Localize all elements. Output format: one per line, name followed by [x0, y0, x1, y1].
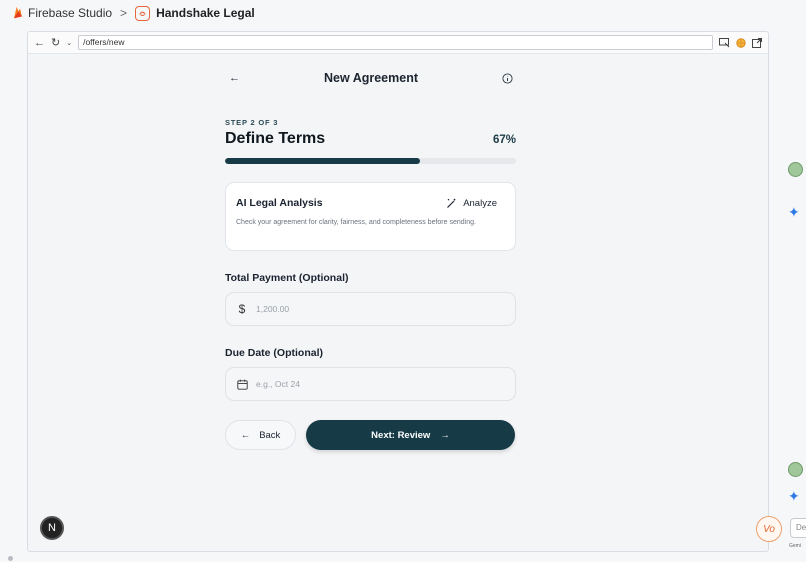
rail-input[interactable]: De	[790, 518, 806, 538]
info-icon[interactable]	[502, 72, 513, 84]
studio-top-bar: Firebase Studio > Handshake Legal	[0, 0, 806, 26]
step-title: Define Terms	[225, 130, 326, 147]
total-payment-input[interactable]	[256, 304, 476, 314]
analyze-button[interactable]: Analyze	[446, 198, 497, 209]
status-dot	[8, 556, 13, 561]
back-button-label: Back	[259, 429, 281, 441]
reload-icon[interactable]: ↻	[51, 36, 60, 49]
next-review-button[interactable]: Next: Review →	[306, 420, 515, 450]
breadcrumb-separator: >	[120, 6, 128, 20]
vo-badge[interactable]: Vo	[756, 516, 782, 542]
progress-percent: 67%	[492, 134, 516, 146]
due-date-label: Due Date (Optional)	[225, 347, 324, 359]
due-date-field[interactable]	[225, 367, 516, 401]
ai-card-title: AI Legal Analysis	[236, 197, 323, 209]
magic-wand-icon	[447, 198, 456, 208]
user-avatar[interactable]	[788, 162, 803, 177]
gemini-sparkle-icon[interactable]: ✦	[788, 488, 800, 505]
gemini-sparkle-icon[interactable]: ✦	[788, 204, 800, 221]
studio-product-name[interactable]: Firebase Studio	[28, 6, 112, 20]
next-button-label: Next: Review	[371, 429, 431, 441]
preview-url-bar: ← ↻ ⌄ /offers/new	[28, 32, 768, 54]
ai-analysis-card: AI Legal Analysis Analyze Check your agr…	[225, 182, 516, 251]
chevron-down-icon[interactable]: ⌄	[66, 39, 72, 47]
user-avatar[interactable]	[788, 462, 803, 477]
step-label: STEP 2 OF 3	[225, 118, 279, 127]
back-arrow-icon: ←	[240, 429, 251, 441]
url-field[interactable]: /offers/new	[78, 35, 713, 50]
nextjs-dev-badge[interactable]: N	[40, 516, 64, 540]
progress-bar-fill	[225, 158, 420, 164]
device-preview-icon[interactable]	[719, 37, 730, 48]
total-payment-field[interactable]: $	[225, 292, 516, 326]
calendar-icon	[236, 379, 248, 390]
dollar-icon: $	[238, 302, 246, 316]
firebase-flame-icon	[14, 6, 22, 19]
back-arrow-icon[interactable]: ←	[34, 37, 45, 49]
rail-caption: Gemi	[789, 543, 801, 549]
back-button[interactable]: ← Back	[225, 420, 296, 450]
open-external-icon[interactable]	[752, 37, 762, 48]
globe-icon[interactable]	[736, 37, 746, 48]
page-header: ← New Agreement	[225, 68, 516, 88]
page-title: New Agreement	[323, 71, 418, 85]
analyze-button-label: Analyze	[463, 197, 497, 209]
agreement-form: ← New Agreement STEP 2 OF 3 Define Terms…	[225, 68, 516, 450]
arrow-right-icon: →	[440, 429, 450, 441]
progress-bar	[225, 158, 516, 164]
project-name[interactable]: Handshake Legal	[156, 6, 255, 20]
back-arrow-icon[interactable]: ←	[225, 72, 240, 84]
total-payment-label: Total Payment (Optional)	[225, 272, 349, 284]
handshake-logo-icon	[135, 5, 151, 21]
ai-card-description: Check your agreement for clarity, fairne…	[236, 219, 476, 226]
due-date-input[interactable]	[256, 379, 476, 389]
